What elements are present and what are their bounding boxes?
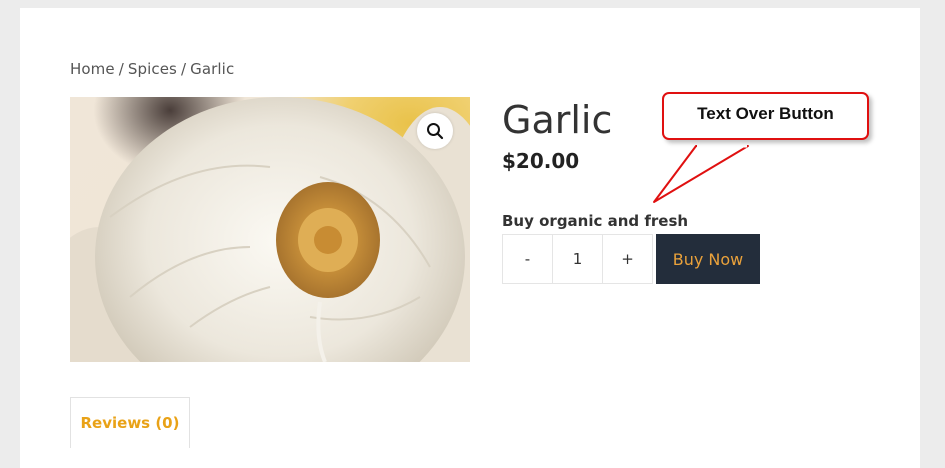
product-price: $20.00 — [502, 149, 580, 173]
breadcrumb-separator: / — [118, 60, 124, 78]
breadcrumb-separator: / — [180, 60, 187, 78]
increment-button[interactable]: + — [603, 235, 652, 283]
breadcrumb-home[interactable]: Home — [70, 60, 115, 78]
quantity-input[interactable]: 1 — [552, 235, 603, 283]
product-image[interactable] — [70, 97, 470, 362]
promo-text: Buy organic and fresh — [502, 212, 689, 230]
breadcrumb-spices[interactable]: Spices — [128, 60, 177, 78]
garlic-illustration — [70, 97, 470, 362]
breadcrumb: Home / Spices / Garlic — [70, 60, 234, 78]
quantity-stepper: - 1 + — [502, 234, 653, 284]
decrement-button[interactable]: - — [503, 235, 552, 283]
product-title: Garlic — [502, 98, 613, 142]
zoom-button[interactable] — [417, 113, 453, 149]
tab-reviews[interactable]: Reviews (0) — [70, 397, 190, 448]
search-icon — [427, 123, 444, 140]
callout-annotation: Text Over Button — [662, 92, 869, 140]
breadcrumb-current: Garlic — [190, 60, 235, 78]
buy-now-button[interactable]: Buy Now — [656, 234, 760, 284]
product-card: Home / Spices / Garlic Garlic $20.00 Buy… — [20, 8, 920, 468]
